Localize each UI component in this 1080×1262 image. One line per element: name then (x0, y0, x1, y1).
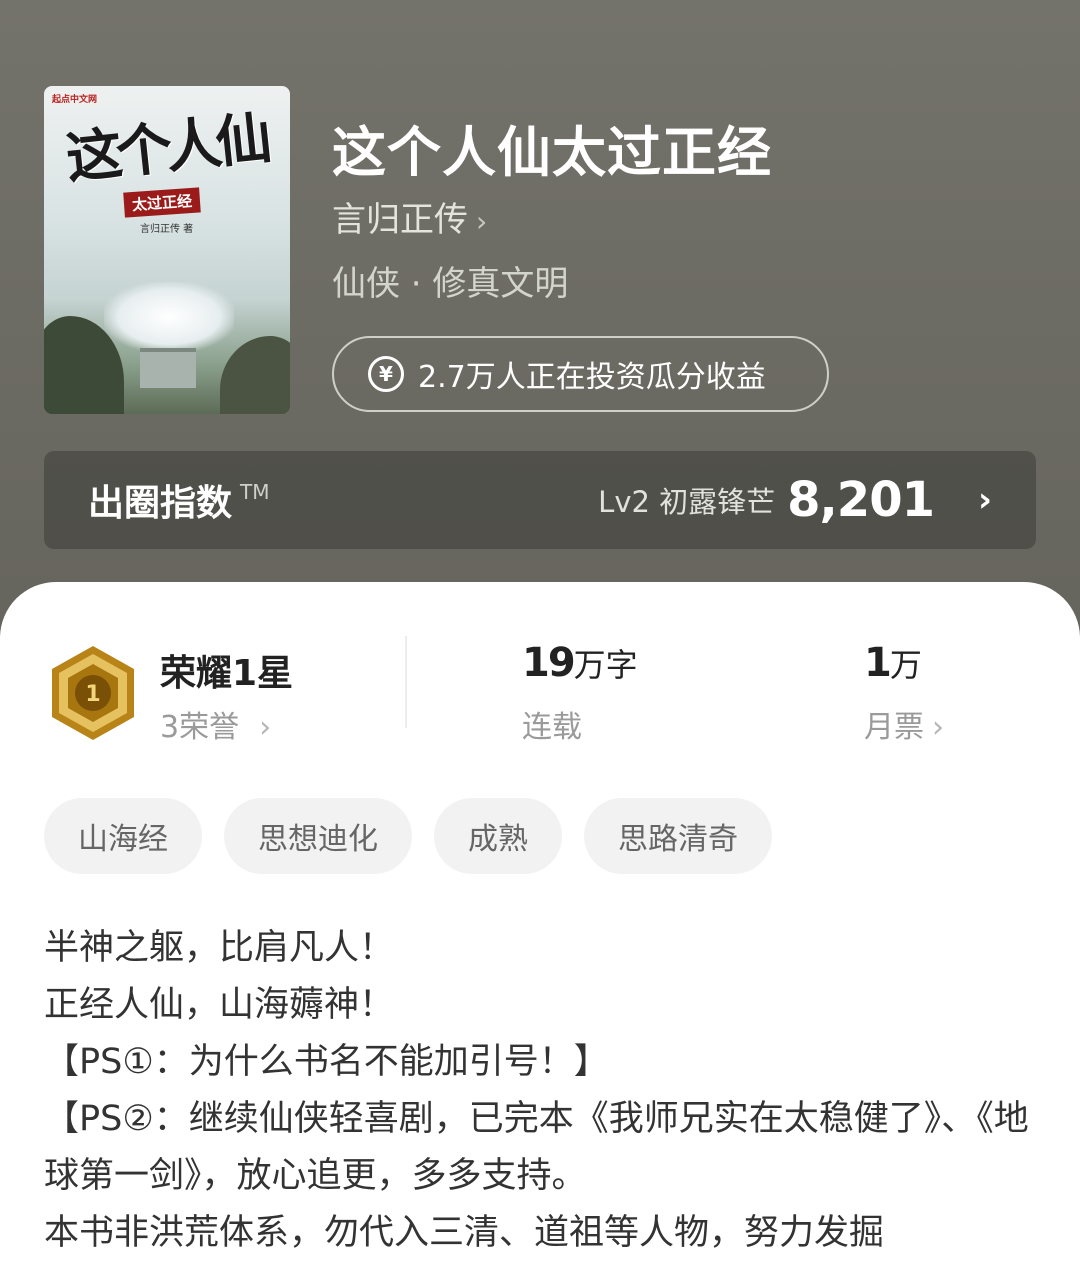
book-header: 起点中文网 这个人仙 太过正经 言归正传 著 这个人仙太过正经 言归正传 › 仙侠… (0, 0, 1080, 640)
chevron-right-icon: › (932, 710, 944, 745)
breakout-score: 8,201 (787, 472, 935, 528)
cover-gate (140, 348, 196, 388)
description-line: 正经人仙，山海薅神！ (44, 985, 395, 1025)
chevron-right-icon: › (259, 710, 272, 745)
cover-title: 这个人仙 (63, 105, 269, 192)
monthly-tickets: 1万 (864, 640, 922, 686)
book-detail-panel: 1 荣耀1星 3荣誉 › 19万字 连载 1万 月票 › 山海经 思想迪化 成熟 思… (0, 582, 1080, 1262)
tag-chip[interactable]: 成熟 (434, 798, 562, 874)
tag-chip[interactable]: 思想迪化 (224, 798, 412, 874)
stats-divider (405, 636, 407, 728)
invest-button[interactable]: ¥ 2.7万人正在投资瓜分收益 (332, 336, 829, 412)
monthly-tickets-unit: 万 (889, 646, 922, 684)
cover-author: 言归正传 著 (140, 224, 194, 235)
author-link[interactable]: 言归正传 › (332, 192, 487, 241)
word-count-value: 19 (522, 640, 576, 686)
book-title: 这个人仙太过正经 (332, 121, 772, 184)
monthly-tickets-link[interactable]: 月票 › (864, 702, 944, 746)
honor-badge-number: 1 (85, 682, 100, 707)
honor-badge-icon[interactable]: 1 (48, 644, 138, 742)
honor-count: 3荣誉 (160, 710, 240, 745)
cover-publisher: 起点中文网 (52, 95, 98, 105)
description-line: 【PS①：为什么书名不能加引号！】 (44, 1042, 609, 1082)
description-line: 【PS②：继续仙侠轻喜剧，已完本《我师兄实在太稳健了》、《地球第一剑》，放心追更… (44, 1099, 1029, 1196)
tag-chip[interactable]: 山海经 (44, 798, 202, 874)
author-name: 言归正传 (332, 200, 468, 240)
yen-coin-icon: ¥ (368, 356, 404, 392)
word-count: 19万字 (522, 640, 638, 686)
monthly-tickets-value: 1 (864, 640, 892, 686)
book-genre: 仙侠 · 修真文明 (332, 264, 569, 304)
tag-list: 山海经 思想迪化 成熟 思路清奇 (44, 798, 794, 874)
breakout-label: 出圈指数 (88, 483, 233, 524)
monthly-tickets-label: 月票 (864, 710, 924, 745)
tag-chip[interactable]: 思路清奇 (584, 798, 772, 874)
chevron-right-icon: › (476, 205, 488, 238)
book-description[interactable]: 半神之躯，比肩凡人！ 正经人仙，山海薅神！ 【PS①：为什么书名不能加引号！】 … (44, 920, 1044, 1262)
honor-title: 荣耀1星 (160, 653, 294, 694)
cover-cloud (104, 282, 234, 352)
description-line: 半神之躯，比肩凡人！ (44, 928, 395, 968)
breakout-level: Lv2 初露锋芒 (598, 485, 776, 519)
invest-text: 2.7万人正在投资瓜分收益 (418, 360, 766, 395)
book-cover[interactable]: 起点中文网 这个人仙 太过正经 言归正传 著 (44, 86, 290, 414)
honor-count-link[interactable]: 3荣誉 › (160, 702, 271, 746)
description-line: 本书非洪荒体系，勿代入三清、道祖等人物，努力发掘 (44, 1213, 885, 1253)
chevron-right-icon: › (977, 480, 992, 520)
serial-status: 连载 (522, 710, 582, 745)
word-count-unit: 万字 (573, 646, 638, 684)
breakout-index-bar[interactable]: 出圈指数 TM Lv2 初露锋芒 8,201 › (44, 451, 1036, 549)
trademark-mark: TM (240, 480, 270, 504)
cover-subtitle: 太过正经 (123, 187, 201, 218)
